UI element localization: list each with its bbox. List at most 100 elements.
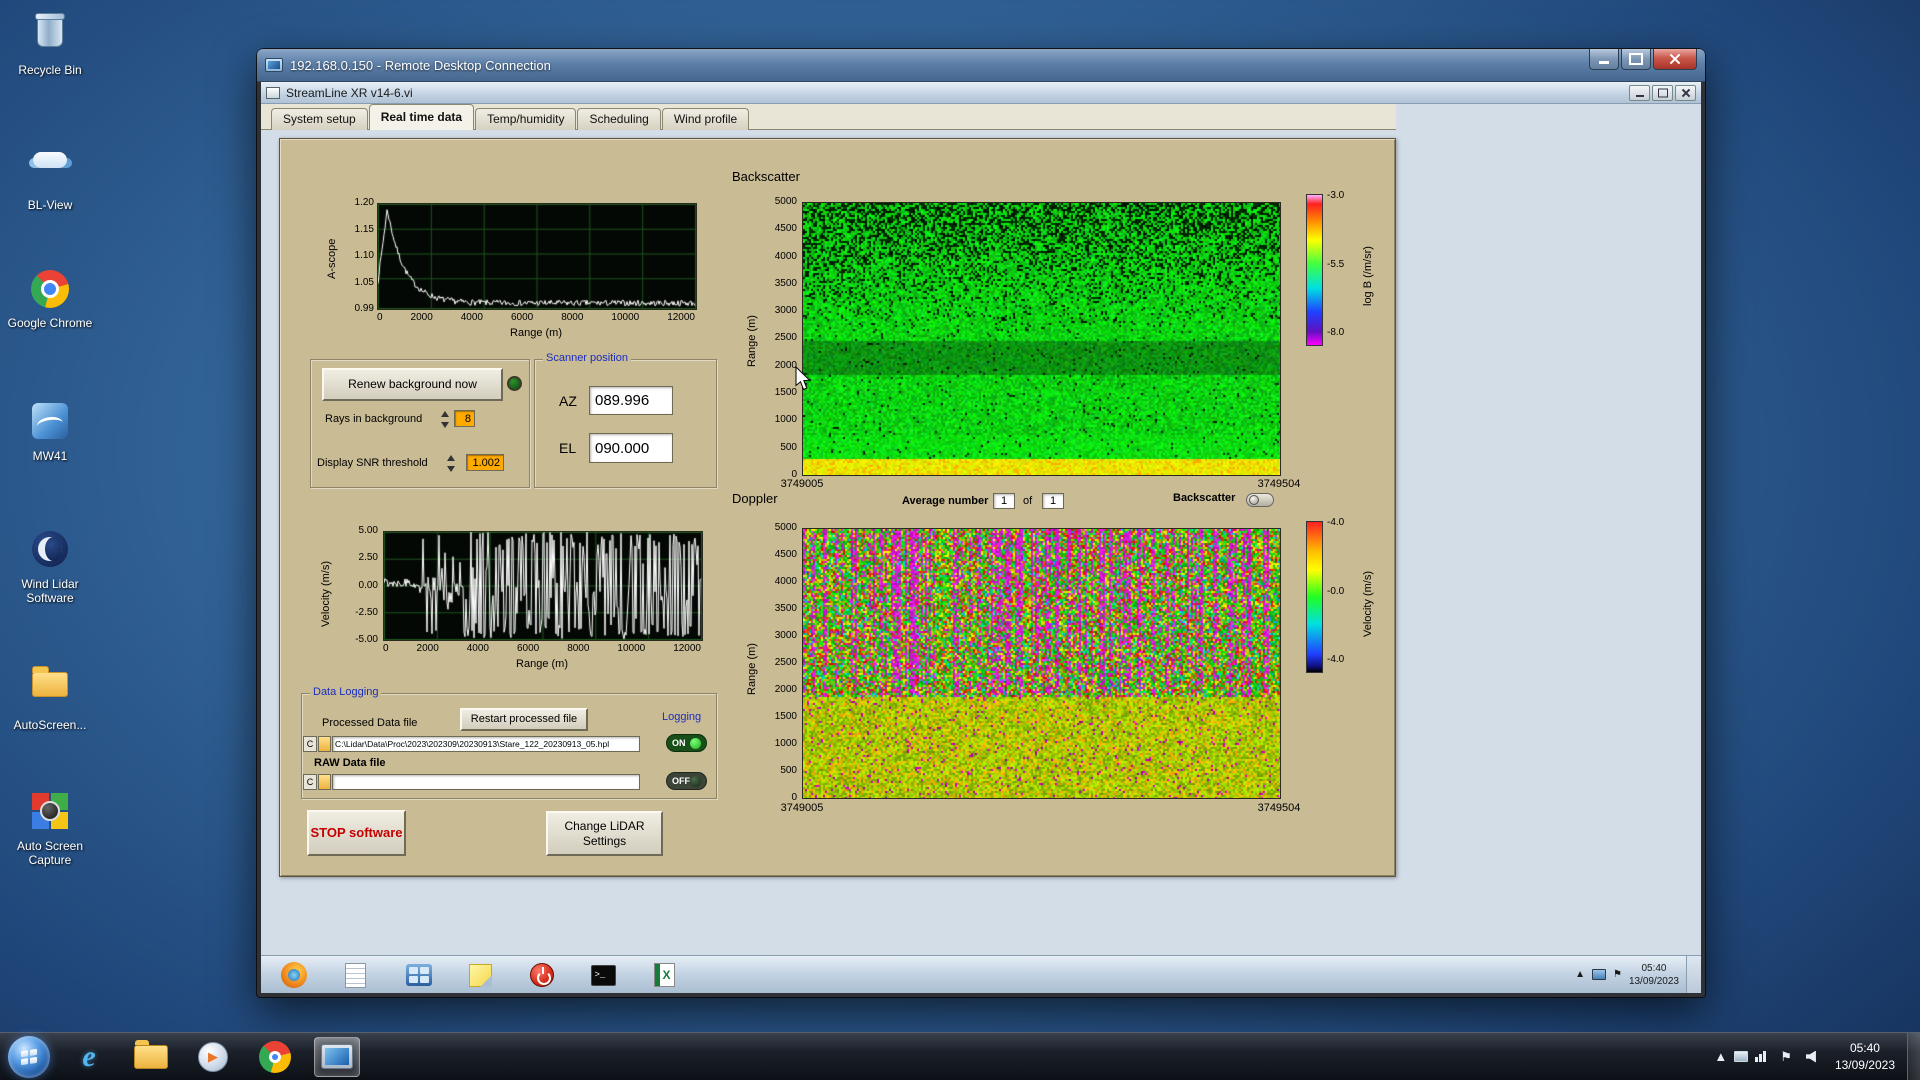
average-number-field[interactable]: 1 <box>993 493 1015 509</box>
desktop-icon-recycle-bin[interactable]: Recycle Bin <box>6 10 94 77</box>
doppler-heatmap <box>802 528 1281 799</box>
change-lidar-settings-button[interactable]: Change LiDAR Settings <box>546 811 663 856</box>
processed-browse-icon[interactable] <box>318 736 331 752</box>
az-label: AZ <box>559 393 577 409</box>
backscatter-heatmap <box>802 202 1281 476</box>
velocity-plot <box>383 531 703 641</box>
rdp-minimize-button[interactable] <box>1589 49 1619 70</box>
tab-temp-humidity[interactable]: Temp/humidity <box>475 108 577 130</box>
cloud-icon <box>29 152 71 194</box>
taskbar-media-player-icon[interactable]: ▶ <box>190 1037 236 1077</box>
remote-taskbar-excel-icon[interactable]: X <box>649 961 679 989</box>
average-of-field[interactable]: 1 <box>1042 493 1064 509</box>
desktop-icon-label: Google Chrome <box>7 316 93 330</box>
show-desktop-button[interactable] <box>1907 1033 1920 1080</box>
remote-taskbar-network-app-icon[interactable] <box>404 961 434 989</box>
processed-drive-icon[interactable]: C <box>303 736 317 752</box>
backscatter-colorbar <box>1306 194 1323 346</box>
ascope-plot <box>377 203 697 310</box>
desktop-icon-bl-view[interactable]: BL-View <box>6 138 94 212</box>
mouse-cursor <box>795 366 811 391</box>
desktop-icon-label: Recycle Bin <box>18 63 82 77</box>
desktop-icon-label: Wind Lidar Software <box>21 577 79 606</box>
vi-close-button[interactable] <box>1675 84 1696 101</box>
rdp-screen-icon <box>321 1044 353 1069</box>
doppler-colorbar-ticks: -4.0 -0.0 -4.0 <box>1327 517 1345 665</box>
rdp-titlebar[interactable]: 192.168.0.150 - Remote Desktop Connectio… <box>257 49 1705 82</box>
processed-data-file-label: Processed Data file <box>322 717 418 729</box>
az-value-field[interactable]: 089.996 <box>589 386 673 415</box>
remote-taskbar-sticky-notes-icon[interactable] <box>465 961 495 989</box>
scanner-position-title: Scanner position <box>543 352 631 364</box>
remote-taskbar-notepad-icon[interactable] <box>340 961 370 989</box>
chrome-icon <box>29 270 71 312</box>
rays-spinner[interactable] <box>440 411 450 428</box>
renew-background-button[interactable]: Renew background now <box>322 368 503 401</box>
backscatter-x-start: 3749005 <box>780 478 824 490</box>
rdp-close-button[interactable] <box>1653 49 1697 70</box>
taskbar-ie-icon[interactable]: e <box>66 1037 112 1077</box>
desktop-icon-auto-screen-capture[interactable]: Auto Screen Capture <box>6 790 94 868</box>
renew-background-led <box>507 376 522 391</box>
remote-network-icon[interactable] <box>1591 969 1606 980</box>
snr-spinner[interactable] <box>446 455 456 472</box>
processed-path-field[interactable]: C:\Lidar\Data\Proc\2023\202309\20230913\… <box>332 736 640 752</box>
desktop: Recycle Bin BL-View Google Chrome MW41 W… <box>0 0 1920 1080</box>
raw-path-field[interactable] <box>332 774 640 790</box>
ascope-y-axis-label: A-scope <box>326 238 338 279</box>
remote-taskbar: >_ X ▲ ⚑ 05:40 13/09/2023 <box>261 955 1701 993</box>
start-button[interactable] <box>8 1035 50 1078</box>
vi-minimize-button[interactable] <box>1629 84 1650 101</box>
taskbar-explorer-icon[interactable] <box>128 1037 174 1077</box>
taskbar-clock[interactable]: 05:40 13/09/2023 <box>1835 1040 1895 1072</box>
remote-taskbar-power-icon[interactable] <box>527 961 557 989</box>
tray-display-icon[interactable] <box>1734 1051 1749 1062</box>
vi-titlebar[interactable]: StreamLine XR v14-6.vi <box>261 82 1701 104</box>
windows-logo-icon <box>21 1048 37 1065</box>
tab-scheduling[interactable]: Scheduling <box>577 108 661 130</box>
tab-wind-profile[interactable]: Wind profile <box>661 108 750 130</box>
desktop-icon-wind-lidar[interactable]: Wind Lidar Software <box>6 528 94 606</box>
tray-expand-arrow-icon[interactable]: ▲ <box>1714 1049 1727 1064</box>
rdp-maximize-button[interactable] <box>1621 49 1651 70</box>
rays-value-field[interactable]: 8 <box>454 410 475 427</box>
remote-clock[interactable]: 05:40 13/09/2023 <box>1629 962 1679 988</box>
vi-restore-button[interactable] <box>1652 84 1673 101</box>
velocity-x-axis-label: Range (m) <box>516 658 568 670</box>
velocity-x-ticks: 0 2000 4000 6000 8000 10000 12000 <box>383 643 701 654</box>
tray-volume-icon[interactable] <box>1805 1050 1816 1063</box>
el-value-field[interactable]: 090.000 <box>589 433 673 463</box>
desktop-icon-google-chrome[interactable]: Google Chrome <box>6 268 94 330</box>
restart-processed-file-button[interactable]: Restart processed file <box>460 708 588 731</box>
desktop-icon-autoscreen[interactable]: AutoScreen... <box>6 662 94 732</box>
remote-taskbar-browser-icon[interactable] <box>279 961 309 989</box>
snr-threshold-label: Display SNR threshold <box>317 457 428 469</box>
doppler-x-end: 3749504 <box>1257 802 1301 814</box>
remote-taskbar-cmd-icon[interactable]: >_ <box>588 961 618 989</box>
play-icon: ▶ <box>198 1041 228 1072</box>
remote-tray-arrow-icon[interactable]: ▲ <box>1575 969 1585 980</box>
taskbar-rdp-icon[interactable] <box>314 1036 360 1077</box>
tab-real-time-data[interactable]: Real time data <box>368 104 475 130</box>
ascope-x-ticks: 0 2000 4000 6000 8000 10000 12000 <box>377 312 695 323</box>
backscatter-y-axis-label: Range (m) <box>746 315 758 367</box>
remote-flag-icon[interactable]: ⚑ <box>1613 969 1622 980</box>
backscatter-display-toggle[interactable] <box>1246 493 1274 507</box>
doppler-title: Doppler <box>732 491 778 506</box>
tab-system-setup[interactable]: System setup <box>271 108 368 130</box>
stop-software-button[interactable]: STOP software <box>307 810 406 856</box>
taskbar-chrome-icon[interactable] <box>252 1037 298 1077</box>
remote-show-desktop-button[interactable] <box>1686 956 1701 993</box>
raw-drive-icon[interactable]: C <box>303 774 317 790</box>
backscatter-title: Backscatter <box>732 169 800 184</box>
desktop-icon-mw41[interactable]: MW41 <box>6 400 94 463</box>
snr-value-field[interactable]: 1.002 <box>466 454 504 471</box>
logging-label: Logging <box>662 711 702 723</box>
processed-logging-toggle[interactable]: ON <box>666 734 707 752</box>
rdp-app-icon <box>265 58 283 72</box>
raw-logging-toggle[interactable]: OFF <box>666 772 707 790</box>
raw-browse-icon[interactable] <box>318 774 331 790</box>
tray-flag-icon[interactable]: ⚑ <box>1780 1049 1792 1065</box>
doppler-y-axis-label: Range (m) <box>746 643 758 695</box>
tray-network-icon[interactable] <box>1755 1051 1767 1062</box>
